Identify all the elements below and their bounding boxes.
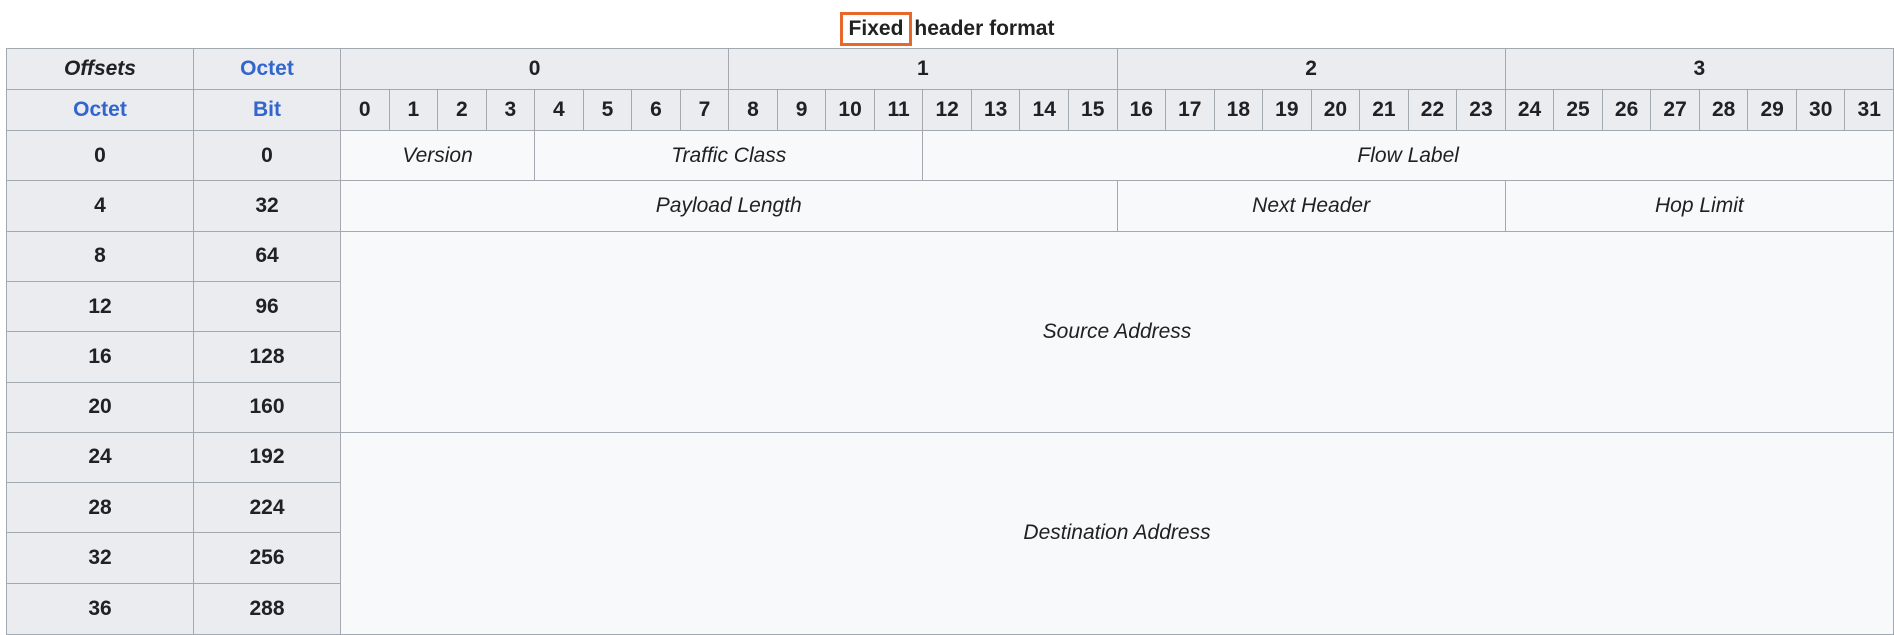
table-caption: Fixed header format	[0, 12, 1894, 46]
bit-number: 19	[1262, 89, 1312, 132]
octet-header-row: Offsets Octet 0 1 2 3	[6, 47, 1894, 91]
next-header-field: Next Header	[1116, 180, 1506, 232]
row-octet: 8	[6, 230, 194, 282]
bit-number: 22	[1407, 89, 1458, 132]
bit-number: 3	[485, 89, 536, 132]
flow-label-field: Flow Label	[922, 130, 1894, 182]
row-octet: 0	[6, 130, 194, 182]
row-bit: 0	[193, 130, 341, 182]
bit-number: 6	[631, 89, 681, 132]
row-bit: 64	[193, 230, 341, 282]
bit-number: 29	[1747, 89, 1797, 132]
source-address-field: Source Address	[340, 230, 1894, 433]
table-row: 0 0 Version Traffic Class Flow Label	[6, 130, 1894, 182]
bit-number: 4	[534, 89, 584, 132]
traffic-class-field: Traffic Class	[534, 130, 924, 182]
ipv6-header-table: Offsets Octet 0 1 2 3 Octet Bit 0 1 2 3 …	[6, 47, 1894, 635]
bit-number: 31	[1844, 89, 1894, 132]
table-row: 8 64 Source Address	[6, 230, 1894, 433]
table-row: 4 32 Payload Length Next Header Hop Limi…	[6, 180, 1894, 232]
row-bit: 288	[193, 582, 341, 635]
bit-number: 20	[1310, 89, 1361, 132]
row-octet: 4	[6, 180, 194, 232]
bit-number: 11	[873, 89, 924, 132]
row-bit: 160	[193, 381, 341, 433]
bit-number: 14	[1019, 89, 1069, 132]
row-octet: 20	[6, 381, 194, 433]
destination-address-field: Destination Address	[340, 431, 1894, 635]
bit-number: 0	[340, 89, 390, 132]
bit-number: 18	[1213, 89, 1264, 132]
octet-group-3: 3	[1504, 47, 1894, 91]
row-bit: 96	[193, 280, 341, 333]
bit-number: 16	[1116, 89, 1167, 132]
octet-group-0: 0	[339, 47, 730, 91]
row-bit: 256	[193, 532, 341, 584]
octet-header-link[interactable]: Octet	[193, 47, 341, 91]
bit-header-row: Octet Bit 0 1 2 3 4 5 6 7 8 9 10 11 12 1…	[6, 89, 1894, 132]
row-octet: 28	[6, 482, 194, 534]
bit-number: 12	[922, 89, 972, 132]
bit-number: 25	[1553, 89, 1603, 132]
caption-text: header format	[914, 17, 1055, 40]
version-field: Version	[339, 130, 536, 182]
bit-number: 10	[825, 89, 875, 132]
offsets-header: Offsets	[6, 47, 194, 91]
row-bit: 32	[193, 180, 341, 232]
octet-group-1: 1	[728, 47, 1118, 91]
bit-column-link[interactable]: Bit	[193, 89, 341, 132]
bit-number: 21	[1359, 89, 1409, 132]
row-octet: 16	[6, 331, 194, 383]
row-octet: 36	[6, 582, 194, 635]
row-bit: 128	[193, 331, 341, 383]
bit-number: 1	[388, 89, 439, 132]
bit-number: 24	[1504, 89, 1555, 132]
bit-number: 2	[437, 89, 487, 132]
bit-number: 7	[679, 89, 730, 132]
bit-number: 15	[1067, 89, 1118, 132]
bit-number: 26	[1601, 89, 1652, 132]
row-octet: 12	[6, 280, 194, 333]
hop-limit-field: Hop Limit	[1504, 180, 1894, 232]
bit-number: 28	[1698, 89, 1749, 132]
octet-column-link[interactable]: Octet	[6, 89, 194, 132]
bit-number: 13	[970, 89, 1021, 132]
row-octet: 32	[6, 532, 194, 584]
bit-number: 9	[776, 89, 827, 132]
bit-number: 5	[582, 89, 633, 132]
row-bit: 224	[193, 482, 341, 534]
payload-length-field: Payload Length	[340, 180, 1118, 232]
bit-number: 8	[728, 89, 778, 132]
bit-number: 17	[1165, 89, 1215, 132]
table-row: 24 192 Destination Address	[6, 431, 1894, 635]
caption-highlight: Fixed	[839, 12, 913, 46]
octet-group-2: 2	[1116, 47, 1506, 91]
row-octet: 24	[6, 431, 194, 484]
bit-number: 27	[1650, 89, 1700, 132]
row-bit: 192	[193, 431, 341, 484]
bit-number: 30	[1795, 89, 1846, 132]
bit-number: 23	[1456, 89, 1506, 132]
